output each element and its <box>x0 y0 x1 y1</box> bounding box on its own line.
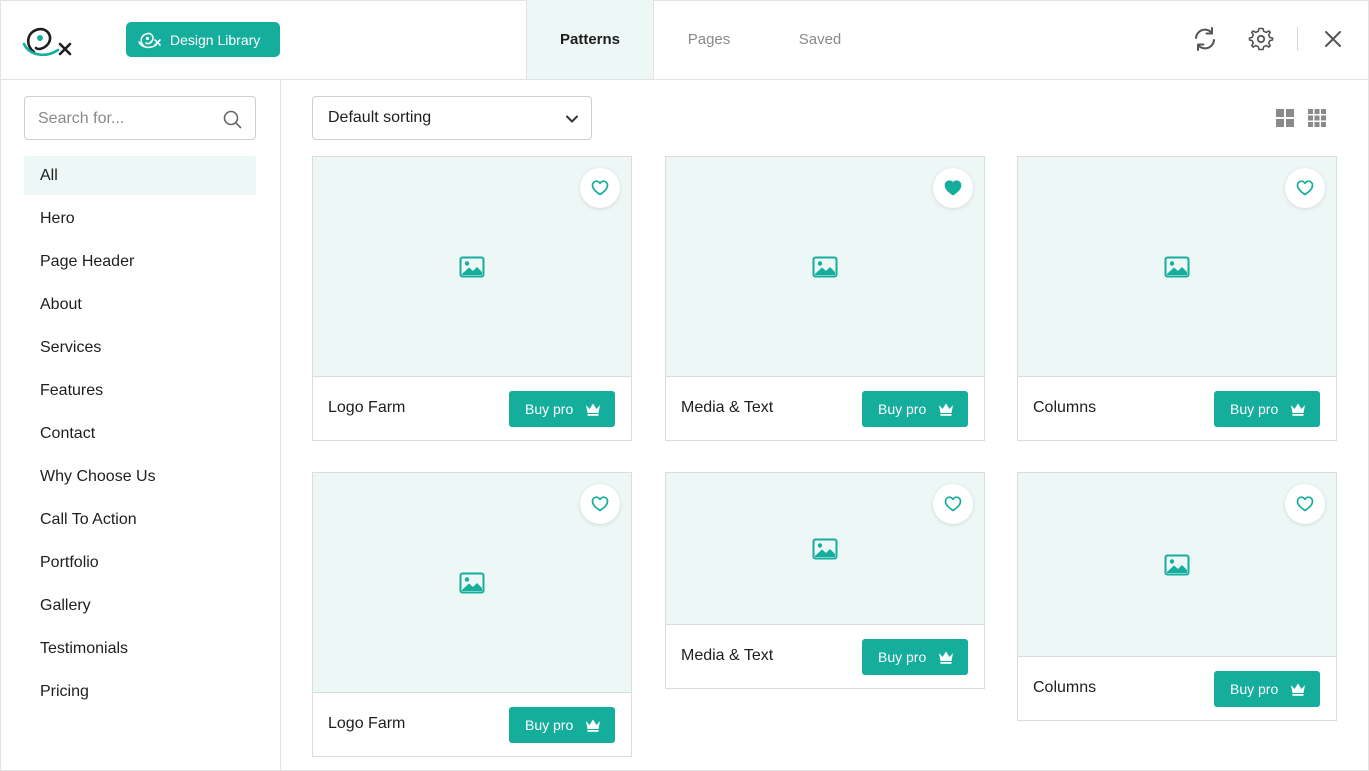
image-icon <box>1164 256 1190 277</box>
category-testimonials[interactable]: Testimonials <box>24 629 256 668</box>
pattern-thumbnail[interactable] <box>313 157 631 377</box>
tab-patterns[interactable]: Patterns <box>526 0 654 79</box>
buy-pro-button[interactable]: Buy pro <box>1214 671 1320 707</box>
category-why-choose-us[interactable]: Why Choose Us <box>24 457 256 496</box>
buy-pro-label: Buy pro <box>525 401 574 417</box>
category-all[interactable]: All <box>24 156 256 195</box>
pattern-card[interactable]: Columns Buy pro <box>1017 472 1337 721</box>
buy-pro-label: Buy pro <box>1230 401 1279 417</box>
favorite-button[interactable] <box>933 168 973 208</box>
search-box <box>24 96 256 140</box>
buy-pro-label: Buy pro <box>878 401 927 417</box>
buy-pro-button[interactable]: Buy pro <box>1214 391 1320 427</box>
tab-bar: Patterns Pages Saved <box>526 0 876 79</box>
card-footer: Logo Farm Buy pro <box>313 377 631 440</box>
image-icon <box>459 572 485 593</box>
pattern-card[interactable]: Columns Buy pro <box>1017 156 1337 441</box>
logo-icon <box>22 27 72 57</box>
heart-outline-icon <box>944 496 962 512</box>
category-features[interactable]: Features <box>24 371 256 410</box>
card-title: Logo Farm <box>328 399 406 416</box>
category-portfolio[interactable]: Portfolio <box>24 543 256 582</box>
category-pricing[interactable]: Pricing <box>24 672 256 711</box>
card-title: Columns <box>1033 679 1097 696</box>
buy-pro-label: Buy pro <box>878 649 927 665</box>
grid-small-icon[interactable] <box>1307 108 1327 128</box>
image-icon <box>812 256 838 277</box>
category-list: All Hero Page Header About Services Feat… <box>24 156 256 715</box>
header: Design Library Patterns Pages Saved <box>0 0 1369 80</box>
pattern-card[interactable]: Logo Farm Buy pro <box>312 156 632 441</box>
search-input[interactable] <box>38 107 218 131</box>
design-library-button[interactable]: Design Library <box>126 22 280 57</box>
buy-pro-button[interactable]: Buy pro <box>862 639 968 675</box>
favorite-button[interactable] <box>933 484 973 524</box>
buy-pro-button[interactable]: Buy pro <box>509 707 615 743</box>
pattern-thumbnail[interactable] <box>1018 157 1336 377</box>
image-icon <box>812 538 838 559</box>
category-hero[interactable]: Hero <box>24 199 256 238</box>
buy-pro-button[interactable]: Buy pro <box>862 391 968 427</box>
pattern-thumbnail[interactable] <box>313 473 631 693</box>
image-icon <box>1164 554 1190 575</box>
tab-pages[interactable]: Pages <box>654 0 764 79</box>
pattern-card[interactable]: Media & Text Buy pro <box>665 156 985 441</box>
heart-outline-icon <box>1296 180 1314 196</box>
category-contact[interactable]: Contact <box>24 414 256 453</box>
tab-saved[interactable]: Saved <box>764 0 876 79</box>
card-footer: Media & Text Buy pro <box>666 377 984 440</box>
grid-large-icon[interactable] <box>1275 108 1295 128</box>
gear-icon[interactable] <box>1248 26 1274 52</box>
favorite-button[interactable] <box>1285 484 1325 524</box>
card-title: Columns <box>1033 399 1097 416</box>
close-icon[interactable] <box>1320 26 1346 52</box>
category-about[interactable]: About <box>24 285 256 324</box>
buy-pro-label: Buy pro <box>1230 681 1279 697</box>
search-icon[interactable] <box>223 110 242 129</box>
heart-outline-icon <box>591 496 609 512</box>
card-footer: Logo Farm Buy pro <box>313 693 631 756</box>
pattern-card[interactable]: Media & Text Buy pro <box>665 472 985 689</box>
header-divider <box>1297 27 1298 51</box>
category-services[interactable]: Services <box>24 328 256 367</box>
crown-icon <box>939 403 953 416</box>
sidebar: All Hero Page Header About Services Feat… <box>0 80 281 771</box>
crown-icon <box>586 719 600 732</box>
favorite-button[interactable] <box>580 168 620 208</box>
sort-dropdown[interactable]: Default sorting <box>312 96 592 140</box>
crown-icon <box>586 403 600 416</box>
category-page-header[interactable]: Page Header <box>24 242 256 281</box>
buy-pro-button[interactable]: Buy pro <box>509 391 615 427</box>
pattern-card[interactable]: Logo Farm Buy pro <box>312 472 632 757</box>
pattern-thumbnail[interactable] <box>666 473 984 625</box>
crown-icon <box>939 651 953 664</box>
crown-icon <box>1291 403 1305 416</box>
design-library-label: Design Library <box>170 31 261 48</box>
heart-outline-icon <box>591 180 609 196</box>
buy-pro-label: Buy pro <box>525 717 574 733</box>
chevron-down-icon <box>566 115 578 123</box>
card-title: Media & Text <box>681 647 774 664</box>
crown-icon <box>1291 683 1305 696</box>
category-call-to-action[interactable]: Call To Action <box>24 500 256 539</box>
heart-filled-icon <box>944 180 962 196</box>
pattern-thumbnail[interactable] <box>1018 473 1336 657</box>
card-title: Media & Text <box>681 399 774 416</box>
image-icon <box>459 256 485 277</box>
design-library-logo-icon <box>138 32 161 48</box>
sort-label: Default sorting <box>328 109 432 126</box>
card-footer: Media & Text Buy pro <box>666 625 984 688</box>
card-footer: Columns Buy pro <box>1018 657 1336 720</box>
favorite-button[interactable] <box>580 484 620 524</box>
category-gallery[interactable]: Gallery <box>24 586 256 625</box>
refresh-icon[interactable] <box>1192 26 1218 52</box>
card-title: Logo Farm <box>328 715 406 732</box>
pattern-thumbnail[interactable] <box>666 157 984 377</box>
heart-outline-icon <box>1296 496 1314 512</box>
favorite-button[interactable] <box>1285 168 1325 208</box>
card-footer: Columns Buy pro <box>1018 377 1336 440</box>
